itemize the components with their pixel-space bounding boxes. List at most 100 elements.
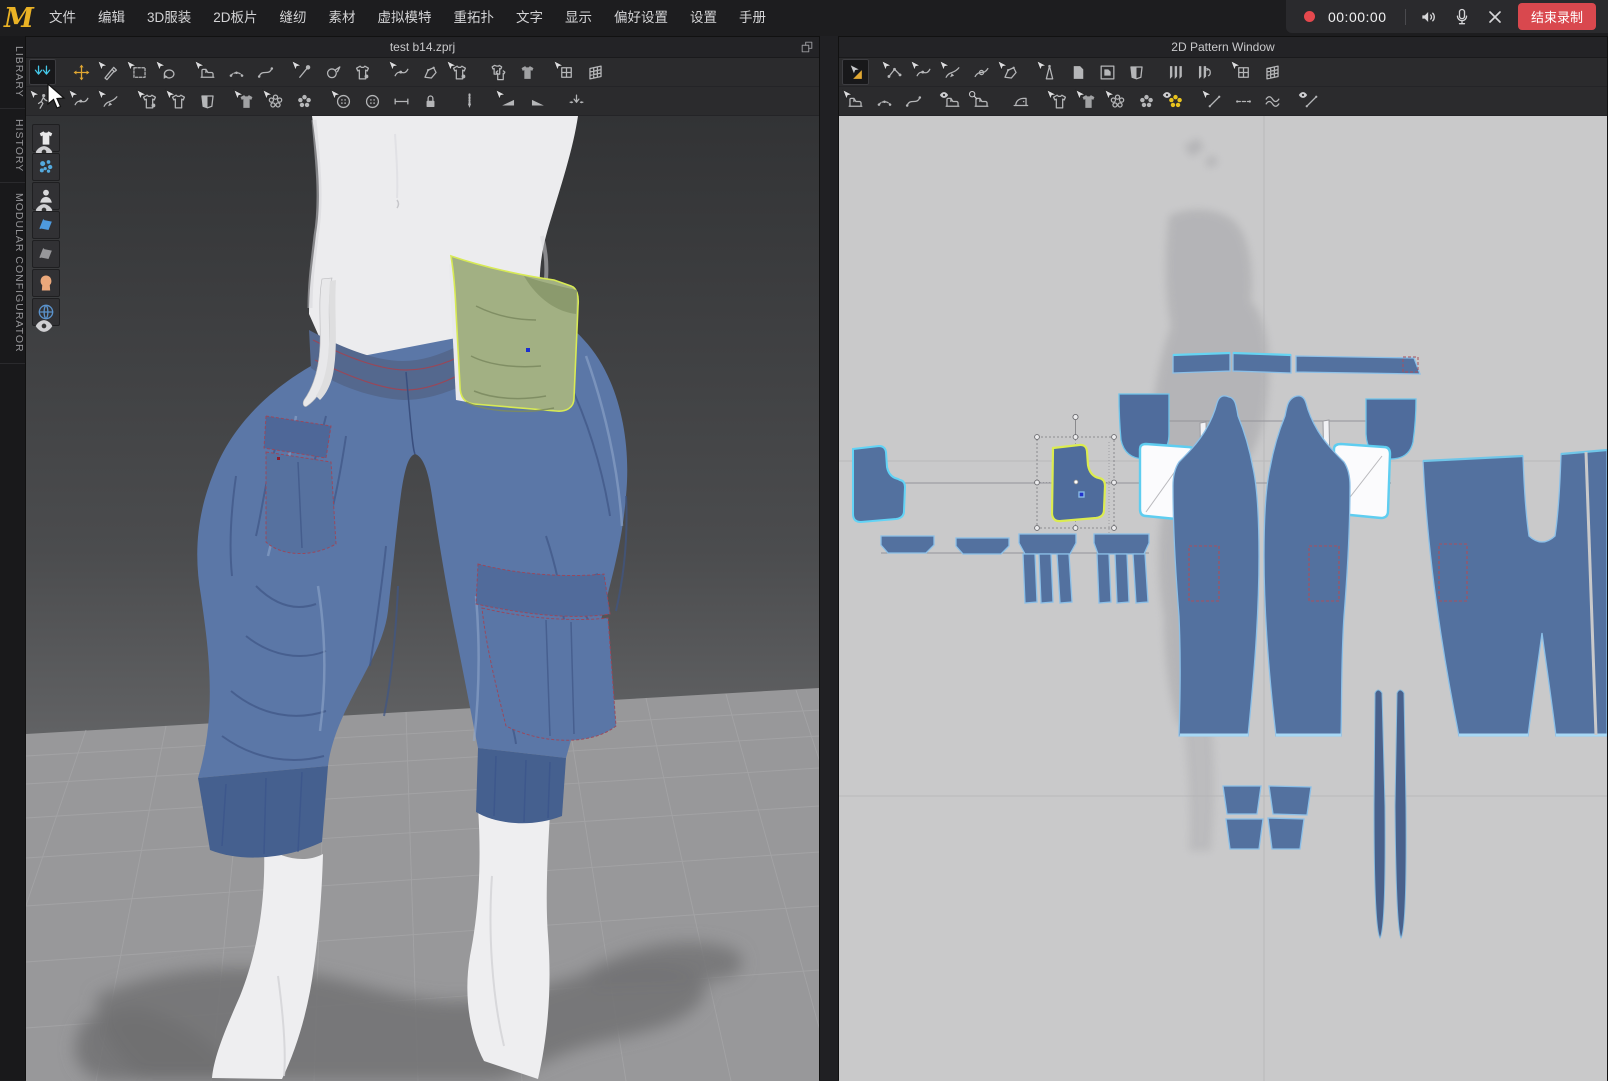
menu-item-8[interactable]: 文字 xyxy=(505,0,554,36)
tool-segment-sewing-2d-icon[interactable] xyxy=(871,88,898,114)
tool-button-icon[interactable] xyxy=(330,88,357,114)
tool-scrub-2d-icon[interactable] xyxy=(1075,88,1102,114)
piece-back-legs[interactable] xyxy=(1422,448,1607,737)
tool-flatten-curve-icon[interactable] xyxy=(388,59,415,85)
toggle-show-head-icon[interactable] xyxy=(32,269,60,297)
tool-flatten-surface-icon[interactable] xyxy=(417,59,444,85)
tool-pattern-print-3d-icon[interactable] xyxy=(262,88,289,114)
toggle-show-wind-icon[interactable] xyxy=(32,298,60,332)
tool-segment-sewing-icon[interactable] xyxy=(223,59,250,85)
tool-add-point-icon[interactable] xyxy=(968,59,995,85)
menu-item-7[interactable]: 重拓扑 xyxy=(443,0,506,36)
piece-strip-a[interactable] xyxy=(880,535,935,554)
toggle-show-garment-icon[interactable] xyxy=(32,124,60,158)
tool-free-sewing-icon[interactable] xyxy=(252,59,279,85)
tool-quad-mesh-icon[interactable] xyxy=(553,59,580,85)
toggle-show-particles-icon[interactable] xyxy=(32,153,60,181)
sidebar-tab-modular-configurator[interactable]: MODULAR CONFIGURATOR xyxy=(0,183,25,364)
tool-pin-icon[interactable] xyxy=(291,59,318,85)
tool-avatar-pose-icon[interactable] xyxy=(29,88,56,114)
stop-recording-button[interactable]: 结束录制 xyxy=(1517,3,1596,30)
tool-show-sewing-icon[interactable] xyxy=(939,88,966,114)
menu-item-1[interactable]: 编辑 xyxy=(87,0,136,36)
tool-garment-fit-icon[interactable] xyxy=(1046,88,1073,114)
3d-window-titlebar[interactable]: test b14.zprj xyxy=(26,37,819,58)
tool-fold-right-icon[interactable] xyxy=(524,88,551,114)
tool-select-box-icon[interactable] xyxy=(126,59,153,85)
menu-item-6[interactable]: 虚拟模特 xyxy=(367,0,443,36)
tool-show-internal-lines-icon[interactable] xyxy=(1298,88,1325,114)
tool-pleats-icon[interactable] xyxy=(1162,59,1189,85)
tool-edit-curve-point-icon[interactable] xyxy=(939,59,966,85)
tool-tack-garment-icon[interactable] xyxy=(446,59,473,85)
tool-sewing-machine-icon[interactable] xyxy=(194,59,221,85)
tool-pinch-icon[interactable] xyxy=(136,88,163,114)
window-splitter[interactable] xyxy=(820,36,838,1080)
tool-edit-pattern-icon[interactable] xyxy=(881,59,908,85)
tool-fold-garment-icon[interactable] xyxy=(194,88,221,114)
menu-item-12[interactable]: 手册 xyxy=(728,0,777,36)
tool-edit-curvature-icon[interactable] xyxy=(910,59,937,85)
microphone-icon[interactable] xyxy=(1452,7,1472,27)
tool-select-brush-icon[interactable] xyxy=(97,59,124,85)
tool-create-polygon-icon[interactable] xyxy=(997,59,1024,85)
tool-quad-mesh-edit-icon[interactable] xyxy=(582,59,609,85)
tool-pattern-print-solid-icon[interactable] xyxy=(1133,88,1160,114)
toggle-show-avatar-icon[interactable] xyxy=(32,182,60,216)
menu-item-4[interactable]: 缝纫 xyxy=(269,0,318,36)
tool-scrub-icon[interactable] xyxy=(233,88,260,114)
tool-pattern-print-solid-3d-icon[interactable] xyxy=(291,88,318,114)
tool-fold-left-icon[interactable] xyxy=(495,88,522,114)
menu-item-0[interactable]: 文件 xyxy=(38,0,87,36)
tool-trace-icon[interactable] xyxy=(1123,59,1150,85)
2d-pattern-canvas[interactable] xyxy=(839,116,1607,1081)
tool-sculpt-icon[interactable] xyxy=(165,88,192,114)
piece-beltloop-cluster-b[interactable] xyxy=(1093,533,1150,604)
toggle-show-fabric-alt-icon[interactable] xyxy=(32,240,60,268)
tool-arrange-garments-icon[interactable] xyxy=(485,59,512,85)
close-recording-icon[interactable] xyxy=(1485,7,1505,27)
sidebar-tab-library[interactable]: LIBRARY xyxy=(0,36,25,109)
toggle-show-fabric-icon[interactable] xyxy=(32,211,60,239)
tool-drawstring-icon[interactable] xyxy=(563,88,590,114)
piece-strip-b[interactable] xyxy=(955,537,1010,555)
tool-internal-line-icon[interactable] xyxy=(1201,88,1228,114)
tool-pattern-print-icon[interactable] xyxy=(1104,88,1131,114)
tool-create-dart-icon[interactable] xyxy=(1036,59,1063,85)
sidebar-tab-history[interactable]: HISTORY xyxy=(0,109,25,184)
tool-zipper-icon[interactable] xyxy=(456,88,483,114)
piece-waistband-b[interactable] xyxy=(1232,351,1292,374)
tool-pattern-copy-icon[interactable] xyxy=(1065,59,1092,85)
tool-check-sewing-icon[interactable] xyxy=(968,88,995,114)
menu-item-10[interactable]: 偏好设置 xyxy=(603,0,679,36)
tool-pleats-fold-icon[interactable] xyxy=(1191,59,1218,85)
tool-sewing-2d-icon[interactable] xyxy=(842,88,869,114)
maximize-3d-window-icon[interactable] xyxy=(800,40,814,54)
3d-viewport[interactable] xyxy=(26,116,819,1081)
menu-item-3[interactable]: 2D板片 xyxy=(202,0,268,36)
piece-waistband-a[interactable] xyxy=(1172,351,1231,374)
speaker-icon[interactable] xyxy=(1419,7,1439,27)
tool-solidify-garment-icon[interactable] xyxy=(514,59,541,85)
tool-reset-2d-arrangement-icon[interactable] xyxy=(29,59,56,85)
tool-baseline-icon[interactable] xyxy=(1230,88,1257,114)
tool-select-move-icon[interactable] xyxy=(68,59,95,85)
tool-attach-button-icon[interactable] xyxy=(388,88,415,114)
menu-item-9[interactable]: 显示 xyxy=(554,0,603,36)
menu-item-11[interactable]: 设置 xyxy=(679,0,728,36)
tool-free-sewing-2d-icon[interactable] xyxy=(900,88,927,114)
menu-item-2[interactable]: 3D服装 xyxy=(136,0,202,36)
tool-lock-button-icon[interactable] xyxy=(417,88,444,114)
tool-attach-pin-icon[interactable] xyxy=(349,59,376,85)
tool-rotate-pattern-icon[interactable] xyxy=(155,59,182,85)
tool-show-texture-icon[interactable] xyxy=(1162,88,1189,114)
menu-item-5[interactable]: 素材 xyxy=(318,0,367,36)
tool-seam-taping-icon[interactable] xyxy=(1007,88,1034,114)
tool-elastic-icon[interactable] xyxy=(1259,88,1286,114)
tool-buttonhole-icon[interactable] xyxy=(359,88,386,114)
tool-transform-pattern-icon[interactable] xyxy=(842,59,869,85)
2d-window-titlebar[interactable]: 2D Pattern Window xyxy=(839,37,1607,58)
piece-beltloop-cluster-a[interactable] xyxy=(1018,533,1077,604)
piece-waistband-c[interactable] xyxy=(1295,355,1421,375)
tool-pattern-clone-icon[interactable] xyxy=(1094,59,1121,85)
